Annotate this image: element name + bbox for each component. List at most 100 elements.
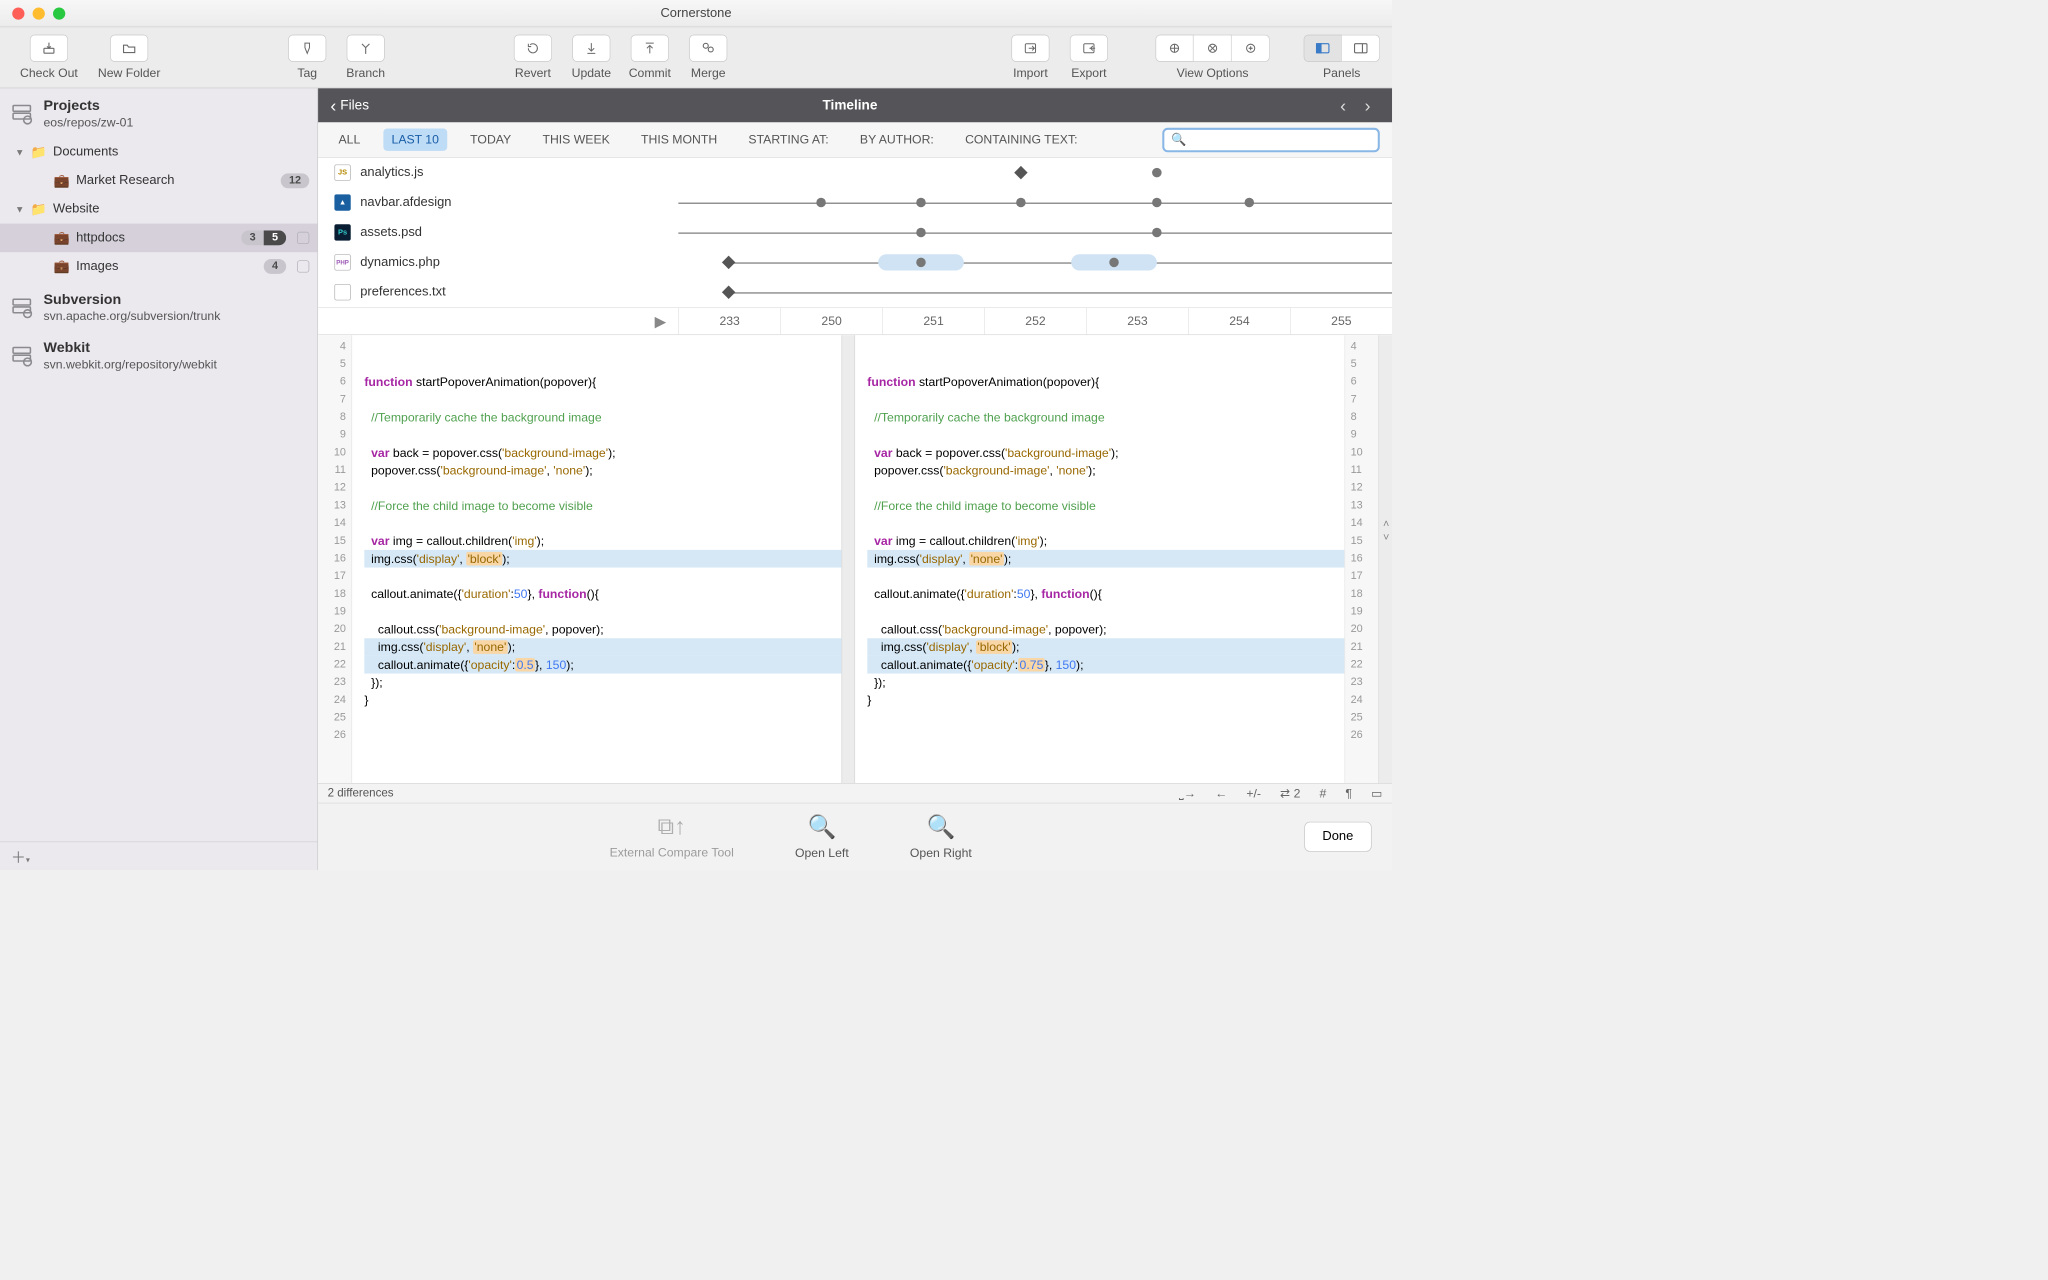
- back-button[interactable]: ‹Files: [330, 95, 369, 116]
- tool-pilcrow-icon[interactable]: ¶: [1345, 786, 1352, 800]
- server-icon: [8, 342, 35, 369]
- close-window-icon[interactable]: [12, 7, 24, 19]
- tl-file[interactable]: JSanalytics.js: [318, 158, 678, 188]
- prev-button[interactable]: ‹: [1331, 95, 1355, 116]
- revision-ruler: ▶ 233 250 251 252 253 254 255: [318, 307, 1392, 334]
- zoom-window-icon[interactable]: [53, 7, 65, 19]
- external-compare-button[interactable]: ⧉↑External Compare Tool: [610, 814, 734, 860]
- tl-file[interactable]: Psassets.psd: [318, 218, 678, 248]
- tool-right-icon[interactable]: ⎵→: [1179, 786, 1196, 800]
- txt-icon: [334, 284, 350, 300]
- webkit-section[interactable]: Webkitsvn.webkit.org/repository/webkit: [0, 330, 317, 378]
- rev[interactable]: 254: [1188, 308, 1290, 335]
- code-left[interactable]: function startPopoverAnimation(popover){…: [352, 335, 841, 783]
- branch-button[interactable]: Branch: [340, 35, 392, 81]
- tl-file[interactable]: preferences.txt: [318, 277, 678, 307]
- filter-last10[interactable]: LAST 10: [383, 128, 447, 150]
- tool-left-icon[interactable]: ←: [1215, 786, 1227, 800]
- briefcase-icon: 💼: [53, 258, 71, 274]
- sidebar: Projectseos/repos/zw-01 ▼📁Documents 💼Mar…: [0, 88, 318, 870]
- rev[interactable]: 253: [1086, 308, 1188, 335]
- minimize-window-icon[interactable]: [33, 7, 45, 19]
- gutter-left: 4567891011121314151617181920212223242526: [318, 335, 352, 783]
- merge-button[interactable]: Merge: [682, 35, 734, 81]
- panel-left[interactable]: [1304, 35, 1342, 62]
- tree-images[interactable]: 💼Images4: [0, 252, 317, 281]
- search-input[interactable]: [1186, 133, 1371, 147]
- tree-website[interactable]: ▼📁Website: [0, 195, 317, 224]
- timeline: JSanalytics.js ▲navbar.afdesign Psassets…: [318, 158, 1392, 335]
- filter-author[interactable]: BY AUTHOR:: [852, 128, 942, 150]
- next-button[interactable]: ›: [1355, 95, 1379, 116]
- viewopt-2[interactable]: [1194, 35, 1232, 62]
- checkout-button[interactable]: Check Out: [12, 35, 85, 81]
- tree-httpdocs[interactable]: 💼httpdocs35: [0, 224, 317, 253]
- projects-section[interactable]: Projectseos/repos/zw-01: [0, 88, 317, 136]
- import-button[interactable]: Import: [1005, 35, 1057, 81]
- tree-documents[interactable]: ▼📁Documents: [0, 138, 317, 167]
- filter-thisweek[interactable]: THIS WEEK: [534, 128, 618, 150]
- view-title: Timeline: [369, 98, 1331, 114]
- open-left-button[interactable]: 🔍Open Left: [795, 813, 849, 860]
- svn-section[interactable]: Subversionsvn.apache.org/subversion/trun…: [0, 282, 317, 330]
- diff-scrollbar[interactable]: [841, 335, 855, 783]
- status-dot[interactable]: [297, 232, 309, 244]
- toolbar: Check Out New Folder Tag Branch Revert U…: [0, 27, 1392, 88]
- timeline-chart[interactable]: [678, 158, 1392, 308]
- filter-today[interactable]: TODAY: [462, 128, 519, 150]
- tool-swap-icon[interactable]: ⇄ 2: [1280, 786, 1300, 800]
- tl-file[interactable]: PHPdynamics.php: [318, 247, 678, 277]
- bottom-bar: ⧉↑External Compare Tool 🔍Open Left 🔍Open…: [318, 803, 1392, 870]
- update-button[interactable]: Update: [566, 35, 618, 81]
- sidebar-footer: ＋▾: [0, 841, 317, 870]
- newfolder-button[interactable]: New Folder: [92, 35, 165, 81]
- revert-button[interactable]: Revert: [507, 35, 559, 81]
- search-field[interactable]: 🔍: [1162, 127, 1380, 151]
- diff-left: 4567891011121314151617181920212223242526…: [318, 335, 841, 783]
- filter-thismonth[interactable]: THIS MONTH: [633, 128, 725, 150]
- rev[interactable]: 251: [882, 308, 984, 335]
- status-bar: 2 differences ⎵→ ← +/- ⇄ 2 # ¶ ▭: [318, 783, 1392, 803]
- tag-button[interactable]: Tag: [281, 35, 333, 81]
- titlebar: Cornerstone: [0, 0, 1392, 27]
- briefcase-icon: 💼: [53, 173, 71, 189]
- rev[interactable]: 233: [678, 308, 780, 335]
- tool-hash-icon[interactable]: #: [1319, 786, 1326, 800]
- chevron-up-icon[interactable]: ˄: [1383, 519, 1389, 531]
- viewopt-3[interactable]: [1232, 35, 1270, 62]
- commit-button[interactable]: Commit: [624, 35, 676, 81]
- diff-view: 4567891011121314151617181920212223242526…: [318, 335, 1392, 783]
- php-icon: PHP: [334, 254, 350, 270]
- tree-market[interactable]: 💼Market Research12: [0, 167, 317, 196]
- filter-starting[interactable]: STARTING AT:: [740, 128, 837, 150]
- diff-right: function startPopoverAnimation(popover){…: [855, 335, 1378, 783]
- filter-containing[interactable]: CONTAINING TEXT:: [957, 128, 1086, 150]
- view-header: ‹Files Timeline ‹ ›: [318, 88, 1392, 122]
- tl-file[interactable]: ▲navbar.afdesign: [318, 188, 678, 218]
- add-icon[interactable]: ＋▾: [11, 845, 30, 867]
- server-icon: [8, 100, 35, 127]
- timeline-files: JSanalytics.js ▲navbar.afdesign Psassets…: [318, 158, 678, 308]
- tool-tag-icon[interactable]: ▭: [1371, 786, 1383, 800]
- play-button[interactable]: ▶: [318, 308, 678, 335]
- rev[interactable]: 255: [1290, 308, 1392, 335]
- right-scrollbar[interactable]: ˄˅: [1378, 335, 1392, 783]
- export-button[interactable]: Export: [1063, 35, 1115, 81]
- rev[interactable]: 252: [984, 308, 1086, 335]
- magnify-icon: 🔍: [926, 813, 955, 840]
- open-right-button[interactable]: 🔍Open Right: [910, 813, 972, 860]
- tool-pm-icon[interactable]: +/-: [1246, 786, 1261, 800]
- gutter-right: 4567891011121314151617181920212223242526: [1344, 335, 1378, 783]
- rev[interactable]: 250: [780, 308, 882, 335]
- panel-right[interactable]: [1342, 35, 1380, 62]
- done-button[interactable]: Done: [1304, 822, 1372, 852]
- status-dot[interactable]: [297, 260, 309, 272]
- psd-icon: Ps: [334, 224, 350, 240]
- chevron-down-icon[interactable]: ˅: [1383, 532, 1389, 544]
- filter-all[interactable]: ALL: [330, 128, 368, 150]
- folder-icon: 📁: [30, 201, 48, 217]
- viewoptions-segment: View Options: [1155, 35, 1269, 81]
- code-right[interactable]: function startPopoverAnimation(popover){…: [855, 335, 1344, 783]
- viewopt-1[interactable]: [1155, 35, 1193, 62]
- afdesign-icon: ▲: [334, 194, 350, 210]
